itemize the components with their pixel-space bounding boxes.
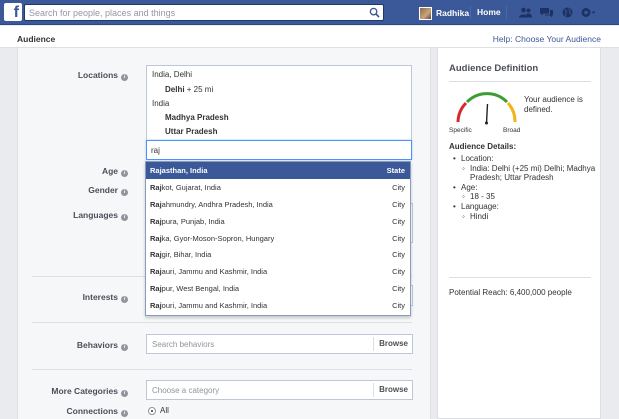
- nav-divider: [506, 6, 507, 19]
- languages-label: Languages i: [18, 210, 128, 221]
- audience-gauge-icon: Specific Broad: [449, 92, 521, 134]
- divider: [32, 369, 412, 370]
- info-icon[interactable]: i: [121, 74, 128, 81]
- browse-behaviors-button[interactable]: Browse: [373, 337, 412, 351]
- divider: [32, 322, 412, 323]
- detail-item: Location: India: Delhi (+25 mi) Delhi; M…: [449, 154, 599, 183]
- connections-all-radio[interactable]: All: [148, 406, 169, 415]
- page-title: Audience: [17, 34, 56, 44]
- panel-title: Audience Definition: [449, 63, 539, 74]
- autocomplete-option[interactable]: Rajkot, Gujarat, India City: [146, 179, 410, 196]
- autocomplete-option[interactable]: Rajka, Gyor-Moson-Sopron, Hungary City: [146, 230, 410, 247]
- autocomplete-option[interactable]: Rajgir, Bihar, India City: [146, 246, 410, 263]
- detail-value: Hindi: [461, 212, 599, 222]
- autocomplete-option[interactable]: Rajpur, West Bengal, India City: [146, 280, 410, 297]
- potential-reach: Potential Reach: 6,400,000 people: [449, 288, 572, 297]
- info-icon[interactable]: i: [121, 214, 128, 221]
- more-categories-label: More Categories i: [18, 386, 128, 397]
- categories-field: Browse: [146, 380, 413, 400]
- behaviors-field: Browse: [146, 334, 413, 354]
- selected-locations: India, Delhi Delhi + 25 mi India Madhya …: [146, 65, 412, 141]
- connections-label: Connections i: [18, 406, 128, 417]
- radio-button[interactable]: [148, 406, 156, 415]
- info-icon[interactable]: i: [121, 390, 128, 397]
- location-token[interactable]: Madhya Pradesh: [165, 113, 229, 122]
- audience-details-title: Audience Details:: [449, 142, 517, 151]
- audience-status: Your audience is defined.: [524, 95, 583, 114]
- behaviors-search-input[interactable]: [147, 335, 367, 353]
- location-search-field: [146, 140, 412, 160]
- notification-icons: [515, 5, 599, 20]
- location-group-country: India, Delhi: [152, 70, 193, 79]
- detail-value: India: Delhi (+25 mi) Delhi; Madhya Prad…: [461, 164, 599, 183]
- messages-icon[interactable]: [536, 5, 557, 20]
- detail-item: Language: Hindi: [449, 202, 599, 221]
- category-input[interactable]: [147, 381, 367, 399]
- gauge-broad-label: Broad: [503, 127, 521, 134]
- info-icon[interactable]: i: [121, 410, 128, 417]
- info-icon[interactable]: i: [121, 344, 128, 351]
- globe-icon[interactable]: [557, 5, 578, 20]
- global-search-input[interactable]: [25, 5, 355, 20]
- location-token[interactable]: Delhi + 25 mi: [165, 85, 213, 94]
- profile-link[interactable]: Radhika: [419, 6, 469, 20]
- detail-item: Age: 18 - 35: [449, 183, 599, 202]
- help-link[interactable]: Help: Choose Your Audience: [493, 34, 601, 44]
- avatar: [419, 6, 432, 20]
- gauge-specific-label: Specific: [449, 127, 473, 134]
- location-token[interactable]: Uttar Pradesh: [165, 127, 217, 136]
- home-link[interactable]: Home: [477, 7, 501, 17]
- top-navigation-bar: f Radhika Home: [0, 0, 619, 25]
- autocomplete-option[interactable]: Rajauri, Jammu and Kashmir, India City: [146, 263, 410, 280]
- autocomplete-option[interactable]: Rajouri, Jammu and Kashmir, India City: [146, 297, 410, 314]
- behaviors-label: Behaviors i: [18, 340, 128, 351]
- detail-value: 18 - 35: [461, 192, 599, 202]
- audience-definition-panel: Audience Definition Specific Broad Your …: [437, 48, 601, 419]
- global-search: [24, 4, 384, 21]
- friends-icon[interactable]: [515, 5, 536, 20]
- audience-details-list: Location: India: Delhi (+25 mi) Delhi; M…: [449, 154, 599, 221]
- locations-label: Locations i: [18, 70, 128, 81]
- search-icon[interactable]: [369, 7, 380, 18]
- user-name: Radhika: [436, 8, 470, 18]
- divider: [449, 81, 591, 82]
- location-search-input[interactable]: [147, 141, 397, 159]
- interests-label: Interests i: [18, 292, 128, 303]
- divider: [449, 277, 591, 278]
- autocomplete-option[interactable]: Rajpura, Punjab, India City: [146, 213, 410, 230]
- location-group-country: India: [152, 99, 170, 108]
- page-header: Audience Help: Choose Your Audience: [0, 26, 619, 48]
- autocomplete-option[interactable]: Rajasthan, India State: [146, 162, 410, 179]
- location-autocomplete-dropdown: Rajasthan, India State Rajkot, Gujarat, I…: [145, 161, 411, 316]
- info-icon[interactable]: i: [121, 170, 128, 177]
- radio-label: All: [160, 406, 169, 415]
- gender-label: Gender i: [18, 185, 128, 196]
- autocomplete-option[interactable]: Rajahmundry, Andhra Pradesh, India City: [146, 196, 410, 213]
- info-icon[interactable]: i: [121, 189, 128, 196]
- settings-icon[interactable]: [578, 5, 599, 20]
- nav-divider: [470, 6, 471, 19]
- facebook-logo-icon[interactable]: f: [4, 3, 22, 21]
- info-icon[interactable]: i: [121, 296, 128, 303]
- browse-categories-button[interactable]: Browse: [373, 383, 412, 397]
- age-label: Age i: [18, 166, 128, 177]
